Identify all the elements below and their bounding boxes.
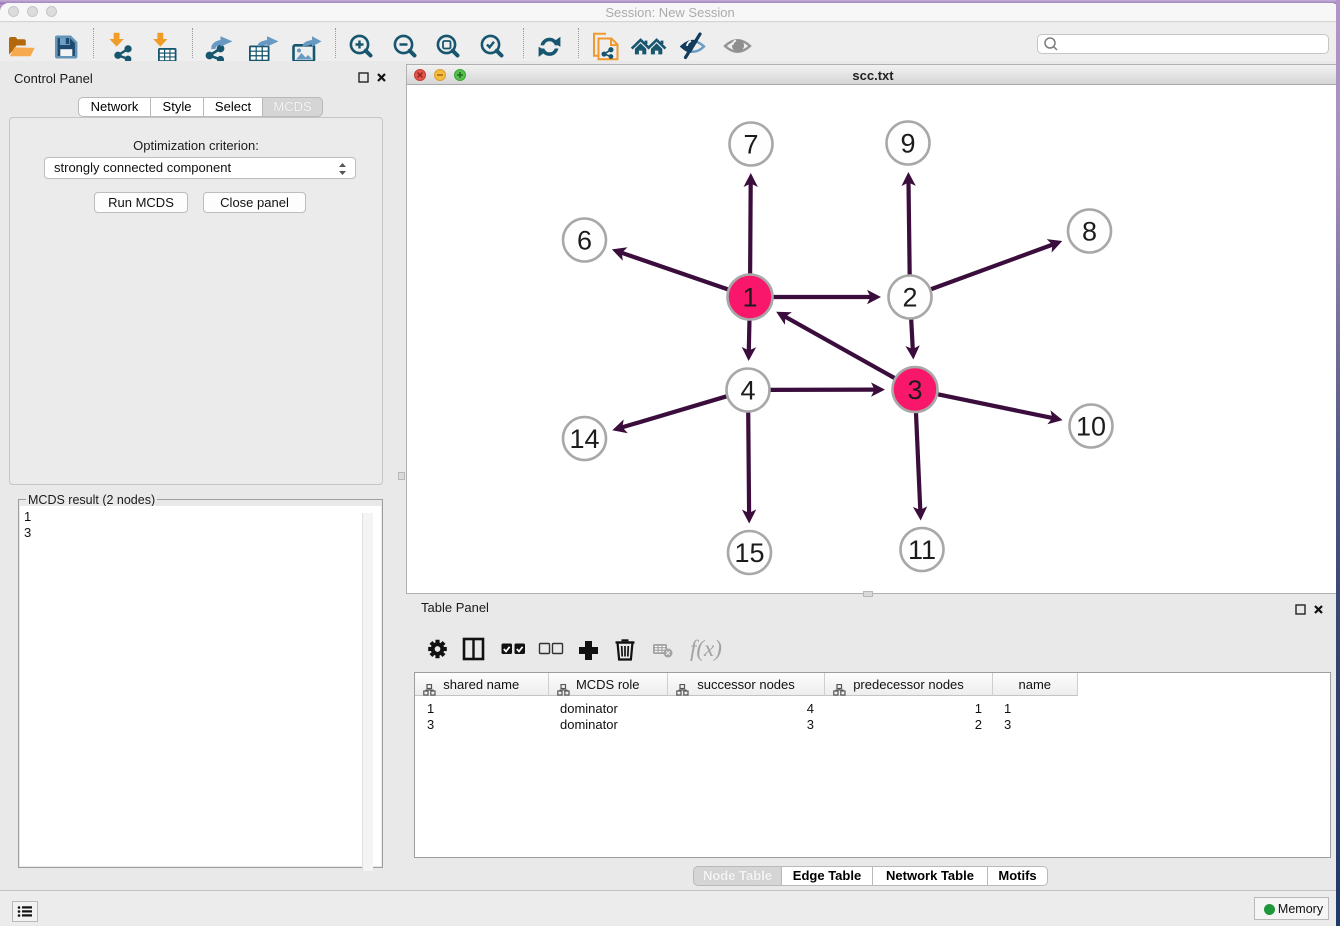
svg-text:6: 6: [577, 226, 592, 256]
svg-text:2: 2: [902, 283, 917, 313]
svg-text:f(x): f(x): [690, 636, 722, 661]
svg-text:3: 3: [907, 375, 922, 405]
svg-text:7: 7: [743, 130, 758, 160]
svg-text:8: 8: [1082, 217, 1097, 247]
svg-text:14: 14: [569, 424, 599, 454]
svg-text:11: 11: [908, 535, 936, 565]
svg-text:9: 9: [900, 129, 915, 159]
svg-text:1: 1: [742, 283, 757, 313]
svg-text:15: 15: [734, 538, 764, 568]
svg-text:4: 4: [740, 376, 755, 406]
svg-text:10: 10: [1076, 412, 1106, 442]
